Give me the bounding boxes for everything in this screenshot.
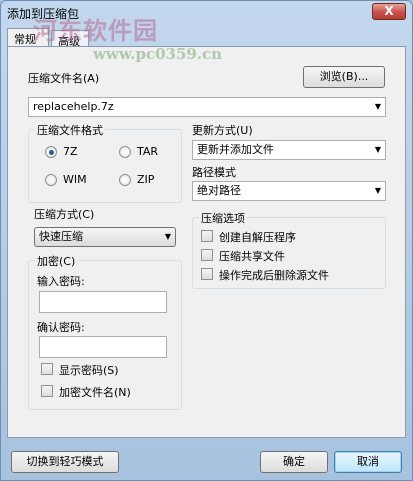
ok-button[interactable]: 确定 — [260, 451, 328, 473]
close-button[interactable]: X — [372, 3, 406, 20]
method-value: 快速压缩 — [39, 230, 83, 243]
radio-zip[interactable] — [119, 174, 131, 186]
method-combo[interactable]: 快速压缩 ▼ — [34, 227, 176, 247]
confirm-password-label: 确认密码: — [37, 321, 85, 334]
checkbox-encrypt-names-label: 加密文件名(N) — [59, 386, 131, 399]
dialog-window: 添加到压缩包 X 常规 高级 压缩文件名(A) 浏览(B)... replace… — [0, 0, 413, 481]
radio-tar[interactable] — [119, 146, 131, 158]
update-mode-label: 更新方式(U) — [192, 124, 253, 137]
dropdown-arrow-icon: ▼ — [374, 186, 381, 195]
path-mode-value: 绝对路径 — [197, 184, 241, 197]
watermark-url: www.pc0359.cn — [93, 45, 223, 63]
checkbox-show-password[interactable] — [41, 363, 53, 375]
radio-7z-label: 7Z — [63, 145, 78, 158]
radio-tar-label: TAR — [137, 145, 159, 158]
checkbox-compress-shared[interactable] — [201, 249, 213, 261]
checkbox-show-password-label: 显示密码(S) — [59, 364, 119, 377]
watermark-text: 河东软件园 — [33, 16, 158, 45]
checkbox-delete-after[interactable] — [201, 268, 213, 280]
radio-wim-label: WIM — [63, 173, 87, 186]
cancel-button[interactable]: 取消 — [334, 451, 402, 473]
checkbox-create-sfx-label: 创建自解压程序 — [219, 231, 296, 244]
close-icon: X — [384, 4, 394, 18]
update-mode-value: 更新并添加文件 — [197, 143, 274, 156]
confirm-password-input[interactable] — [39, 336, 167, 358]
checkbox-create-sfx[interactable] — [201, 230, 213, 242]
format-group-title: 压缩文件格式 — [35, 122, 105, 138]
checkbox-delete-after-label: 操作完成后删除源文件 — [219, 269, 329, 282]
path-mode-combo[interactable]: 绝对路径 ▼ — [192, 181, 386, 201]
update-mode-combo[interactable]: 更新并添加文件 ▼ — [192, 140, 386, 160]
checkbox-encrypt-names[interactable] — [41, 385, 53, 397]
archive-name-label: 压缩文件名(A) — [28, 72, 100, 85]
dropdown-arrow-icon: ▼ — [374, 102, 381, 111]
radio-7z[interactable] — [45, 146, 57, 158]
encryption-group-title: 加密(C) — [35, 253, 78, 269]
dropdown-arrow-icon: ▼ — [164, 232, 171, 241]
encryption-group: 加密(C) 输入密码: 确认密码: 显示密码(S) 加密文件名(N) — [28, 253, 182, 410]
switch-lite-mode-button[interactable]: 切换到轻巧模式 — [11, 451, 119, 473]
options-group: 压缩选项 创建自解压程序 压缩共享文件 操作完成后删除源文件 — [192, 210, 386, 289]
path-mode-label: 路径模式 — [192, 166, 236, 179]
general-panel: 压缩文件名(A) 浏览(B)... replacehelp.7z ▼ 压缩文件格… — [7, 46, 406, 438]
password-label: 输入密码: — [37, 275, 85, 288]
checkbox-compress-shared-label: 压缩共享文件 — [219, 250, 285, 263]
archive-name-combo[interactable]: replacehelp.7z ▼ — [28, 97, 386, 117]
radio-zip-label: ZIP — [137, 173, 155, 186]
format-group: 压缩文件格式 7Z TAR WIM ZIP — [28, 122, 182, 203]
radio-wim[interactable] — [45, 174, 57, 186]
archive-name-value: replacehelp.7z — [33, 100, 114, 113]
dropdown-arrow-icon: ▼ — [374, 145, 381, 154]
options-group-title: 压缩选项 — [199, 210, 247, 226]
password-input[interactable] — [39, 291, 167, 313]
browse-button[interactable]: 浏览(B)... — [303, 66, 385, 88]
method-label: 压缩方式(C) — [34, 208, 95, 221]
